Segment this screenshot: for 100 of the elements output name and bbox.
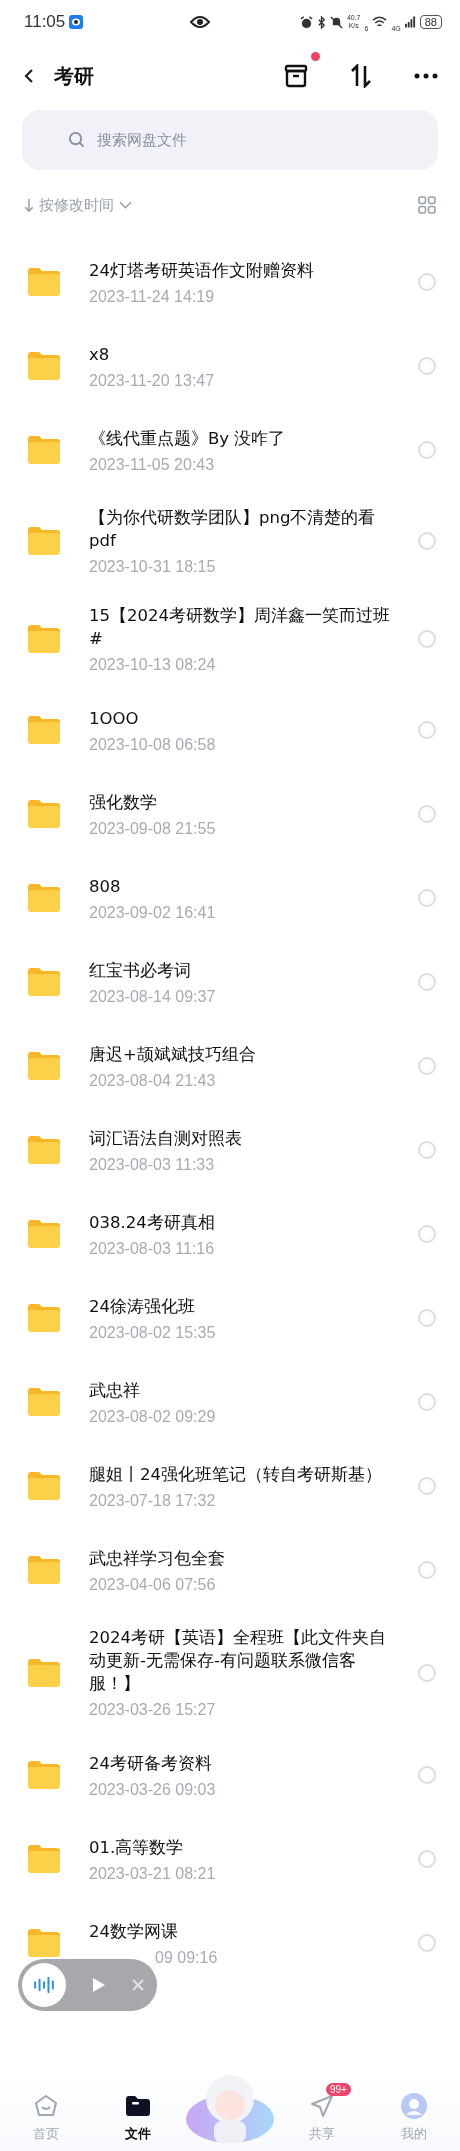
select-radio[interactable] [418,1393,436,1411]
file-name[interactable]: 《线代重点题》By 没咋了 [89,426,394,450]
file-date: 2023-11-24 14:19 [89,287,216,306]
file-name[interactable]: 腿姐丨24强化班笔记（转自考研斯基） [89,1462,394,1486]
folder-icon [26,1303,62,1333]
alarm-icon [299,15,313,29]
file-date: 09 09:16 [154,1948,219,1967]
file-date: 2023-03-26 15:27 [89,1701,217,1719]
file-name[interactable]: 强化数学 [89,790,394,814]
avatar-icon [401,2093,427,2119]
folder-icon [125,2095,151,2117]
back-icon[interactable] [24,68,34,84]
file-date: 2023-03-21 08:21 [89,1864,217,1883]
eye-icon [190,15,210,29]
file-name[interactable]: 武忠祥学习包全套 [89,1546,394,1570]
folder-icon [26,883,62,913]
inbox-icon[interactable] [284,64,308,88]
file-name[interactable]: 038.24考研真相 [89,1210,394,1234]
file-name[interactable]: 【为你代研数学团队】png不清楚的看pdf [89,506,394,552]
select-radio[interactable] [418,1663,436,1682]
status-time: 11:05 [24,12,66,32]
select-radio[interactable] [418,1141,436,1159]
grid-view-icon[interactable] [418,196,436,214]
select-radio[interactable] [418,1057,436,1075]
file-name[interactable]: 武忠祥 [89,1378,394,1402]
bluetooth-icon [316,15,326,29]
search-field[interactable]: 搜索网盘文件 [22,110,438,170]
file-name[interactable]: 2024考研【英语】全程班【此文件夹自动更新-无需保存-有问题联系微信客服！】 [89,1626,394,1695]
file-date: 2023-11-20 13:47 [89,371,216,390]
folder-icon [26,1760,62,1790]
select-radio[interactable] [418,1225,436,1243]
select-radio[interactable] [418,532,436,550]
waveform-button[interactable] [22,1963,66,2007]
file-name[interactable]: 808 [89,874,394,898]
notification-badge: 99+ [326,2083,351,2096]
select-radio[interactable] [418,357,436,375]
transfer-icon[interactable] [350,64,372,88]
app-icon [69,15,84,29]
folder-icon [26,351,62,381]
file-name[interactable]: 词汇语法自测对照表 [89,1126,394,1150]
file-name[interactable]: 24灯塔考研英语作文附赠资料 [89,258,394,282]
home-icon [34,2094,58,2118]
folder-icon [26,1387,62,1417]
select-radio[interactable] [418,441,436,459]
folder-icon [26,1135,62,1165]
folder-icon [26,267,62,297]
select-radio[interactable] [418,889,436,907]
file-name[interactable]: 1OOO [89,706,394,730]
file-date: 2023-08-14 09:37 [89,987,217,1006]
share-tab[interactable]: 99+ 共享 [276,2081,368,2143]
mute-icon [329,15,343,29]
select-radio[interactable] [418,1850,436,1868]
folder-icon [26,1051,62,1081]
folder-icon [26,526,62,556]
file-date: 2023-07-18 17:32 [89,1491,217,1510]
file-name[interactable]: x8 [89,342,394,366]
file-name[interactable]: 01.高等数学 [89,1835,394,1859]
signal-icon [404,16,416,28]
folder-icon [26,1657,62,1688]
select-radio[interactable] [418,973,436,991]
file-name[interactable]: 红宝书必考词 [89,958,394,982]
select-radio[interactable] [418,805,436,823]
file-name[interactable]: 24考研备考资料 [89,1751,394,1775]
files-tab[interactable]: 文件 [92,2081,184,2143]
search-icon [68,131,85,148]
file-name[interactable]: 24徐涛强化班 [89,1294,394,1318]
file-name[interactable]: 唐迟+颉斌斌技巧组合 [89,1042,394,1066]
file-date: 2023-03-26 09:03 [89,1780,217,1799]
file-date: 2023-08-04 21:43 [89,1071,217,1090]
file-name[interactable]: 15【2024考研数学】周洋鑫一笑而过班# [89,604,394,650]
file-date: 2023-08-02 09:29 [89,1407,217,1426]
play-icon[interactable] [92,1977,106,1993]
select-radio[interactable] [418,1934,436,1952]
file-date: 2023-09-08 21:55 [89,819,217,838]
file-date: 2023-10-13 08:24 [89,656,217,674]
select-radio[interactable] [418,1477,436,1495]
down-arrow-icon [24,197,34,213]
folder-icon [26,967,62,997]
select-radio[interactable] [418,273,436,291]
file-date: 2023-09-02 16:41 [89,903,217,922]
close-icon[interactable] [132,1979,144,1991]
file-name[interactable]: 24数学网课 [89,1919,394,1943]
file-date: 2023-08-03 11:16 [89,1239,216,1258]
select-radio[interactable] [418,630,436,648]
folder-icon [26,1928,62,1958]
folder-icon [26,435,62,465]
more-icon[interactable] [414,73,438,79]
folder-icon [26,1219,62,1249]
file-date: 2023-08-03 11:33 [89,1155,216,1174]
file-date: 2023-04-06 07:56 [89,1575,217,1594]
folder-icon [26,1555,62,1585]
folder-icon [26,1844,62,1874]
folder-icon [26,624,62,654]
paper-plane-icon [310,2094,334,2118]
select-radio[interactable] [418,1309,436,1327]
battery-level: 88 [419,15,442,29]
select-radio[interactable] [418,1766,436,1784]
wifi-icon [372,16,388,28]
select-radio[interactable] [418,721,436,739]
select-radio[interactable] [418,1561,436,1579]
